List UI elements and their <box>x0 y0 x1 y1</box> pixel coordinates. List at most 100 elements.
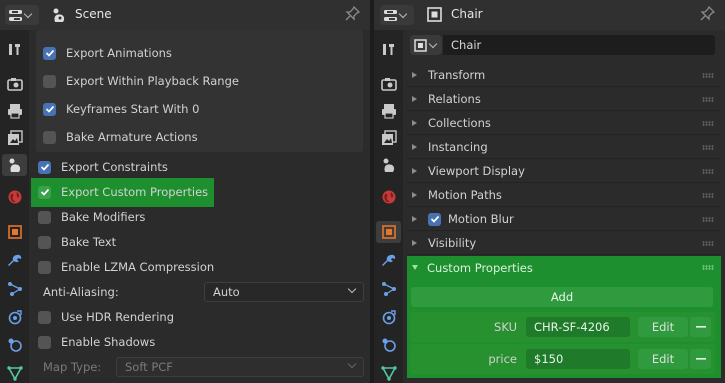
section-custom-properties[interactable]: Custom Properties <box>407 256 720 279</box>
edit-property-button[interactable]: Edit <box>638 349 688 369</box>
editor-type-button[interactable] <box>380 5 414 25</box>
bake-armature-actions-row[interactable]: Bake Armature Actions <box>43 126 198 148</box>
tab-render[interactable] <box>2 73 27 95</box>
tab-object-data[interactable] <box>376 362 401 383</box>
tab-world[interactable] <box>376 186 401 208</box>
tab-world[interactable] <box>2 186 27 208</box>
add-button-label: Add <box>550 290 574 304</box>
tab-object[interactable] <box>2 221 27 243</box>
checkbox-checked[interactable] <box>38 185 51 199</box>
export-custom-properties-row[interactable]: Export Custom Properties <box>38 181 208 203</box>
property-value-field[interactable]: $150 <box>526 349 630 369</box>
tab-particles[interactable] <box>376 278 401 300</box>
remove-property-button[interactable] <box>690 349 711 369</box>
object-icon <box>7 225 22 239</box>
section-motion-blur[interactable]: Motion Blur <box>407 208 720 231</box>
tab-constraints[interactable] <box>2 334 27 356</box>
scene-icon <box>53 8 65 22</box>
checkbox-unchecked[interactable] <box>38 310 51 324</box>
export-animations-row[interactable]: Export Animations <box>43 42 172 64</box>
drag-handle-icon[interactable] <box>702 169 714 174</box>
tab-render[interactable] <box>376 73 401 95</box>
checkbox-checked[interactable] <box>43 46 56 60</box>
scene-properties-panel: Scene Export Animations Export Within Pl… <box>0 0 370 383</box>
drag-handle-icon[interactable] <box>702 97 714 102</box>
section-instancing[interactable]: Instancing <box>407 136 720 159</box>
disclosure-triangle-icon <box>412 144 417 150</box>
drag-handle-icon[interactable] <box>702 193 714 198</box>
checkbox-unchecked[interactable] <box>38 260 51 274</box>
export-constraints-row[interactable]: Export Constraints <box>38 156 168 178</box>
checkbox-unchecked[interactable] <box>38 235 51 249</box>
use-hdr-rendering-row[interactable]: Use HDR Rendering <box>38 306 174 328</box>
tab-scene[interactable] <box>376 154 401 176</box>
chevron-down-icon <box>23 9 33 18</box>
editor-type-button[interactable] <box>5 5 39 25</box>
checkbox-checked[interactable] <box>38 160 51 174</box>
object-name-field[interactable]: Chair <box>443 35 715 55</box>
checkbox-unchecked[interactable] <box>38 210 51 224</box>
checkbox-unchecked[interactable] <box>38 335 51 349</box>
bake-text-row[interactable]: Bake Text <box>38 231 116 253</box>
properties-tab-bar <box>0 30 29 383</box>
tab-view-layer[interactable] <box>376 127 401 149</box>
tab-modifiers[interactable] <box>2 250 27 272</box>
view-layer-icon <box>381 130 397 145</box>
edit-property-button[interactable]: Edit <box>638 317 688 337</box>
panel-header: Scene <box>0 0 370 30</box>
map-type-dropdown[interactable]: Soft PCF <box>116 357 364 377</box>
section-relations[interactable]: Relations <box>407 88 720 111</box>
object-type-button[interactable] <box>410 35 442 55</box>
tab-constraints[interactable] <box>376 334 401 356</box>
tab-output[interactable] <box>2 100 27 122</box>
tab-object-data[interactable] <box>2 362 27 383</box>
header-title: Chair <box>451 7 483 21</box>
chevron-down-icon <box>347 359 357 369</box>
remove-property-button[interactable] <box>690 317 711 337</box>
anti-aliasing-dropdown[interactable]: Auto <box>204 282 364 302</box>
section-viewport-display[interactable]: Viewport Display <box>407 160 720 183</box>
tab-particles[interactable] <box>2 278 27 300</box>
tab-output[interactable] <box>376 100 401 122</box>
tab-tool[interactable] <box>2 38 27 60</box>
tab-scene[interactable] <box>2 154 27 176</box>
checkmark-icon <box>45 49 54 57</box>
pin-icon[interactable] <box>700 6 715 22</box>
tab-physics[interactable] <box>2 306 27 328</box>
checkbox-unchecked[interactable] <box>43 130 56 144</box>
world-icon <box>8 190 21 204</box>
tab-tool[interactable] <box>376 38 401 60</box>
property-value-field[interactable]: CHR-SF-4206 <box>526 317 630 337</box>
minus-icon <box>695 358 706 360</box>
drag-handle-icon[interactable] <box>702 121 714 126</box>
keyframes-start-with-0-row[interactable]: Keyframes Start With 0 <box>43 98 199 120</box>
particles-icon <box>381 282 396 296</box>
section-collections[interactable]: Collections <box>407 112 720 135</box>
export-within-playback-range-row[interactable]: Export Within Playback Range <box>43 70 239 92</box>
enable-shadows-row[interactable]: Enable Shadows <box>38 331 155 353</box>
disclosure-triangle-icon <box>412 216 417 222</box>
tab-physics[interactable] <box>376 306 401 328</box>
checkbox-unchecked[interactable] <box>43 74 56 88</box>
tab-object[interactable] <box>376 221 401 243</box>
bake-modifiers-row[interactable]: Bake Modifiers <box>38 206 145 228</box>
checkbox-checked[interactable] <box>43 102 56 116</box>
drag-handle-icon[interactable] <box>702 241 714 246</box>
section-transform[interactable]: Transform <box>407 64 720 87</box>
drag-handle-icon[interactable] <box>702 265 714 270</box>
world-icon <box>382 190 395 204</box>
motion-blur-checkbox[interactable] <box>428 212 441 226</box>
drag-handle-icon[interactable] <box>702 145 714 150</box>
pin-icon[interactable] <box>345 6 360 22</box>
tab-modifiers[interactable] <box>376 250 401 272</box>
edit-button-label: Edit <box>651 320 675 334</box>
add-property-button[interactable]: Add <box>411 287 713 307</box>
edit-button-label: Edit <box>651 352 675 366</box>
drag-handle-icon[interactable] <box>702 217 714 222</box>
section-visibility[interactable]: Visibility <box>407 232 720 255</box>
object-icon <box>414 38 427 52</box>
drag-handle-icon[interactable] <box>702 73 714 78</box>
tab-view-layer[interactable] <box>2 127 27 149</box>
enable-lzma-compression-row[interactable]: Enable LZMA Compression <box>38 256 214 278</box>
section-motion-paths[interactable]: Motion Paths <box>407 184 720 207</box>
